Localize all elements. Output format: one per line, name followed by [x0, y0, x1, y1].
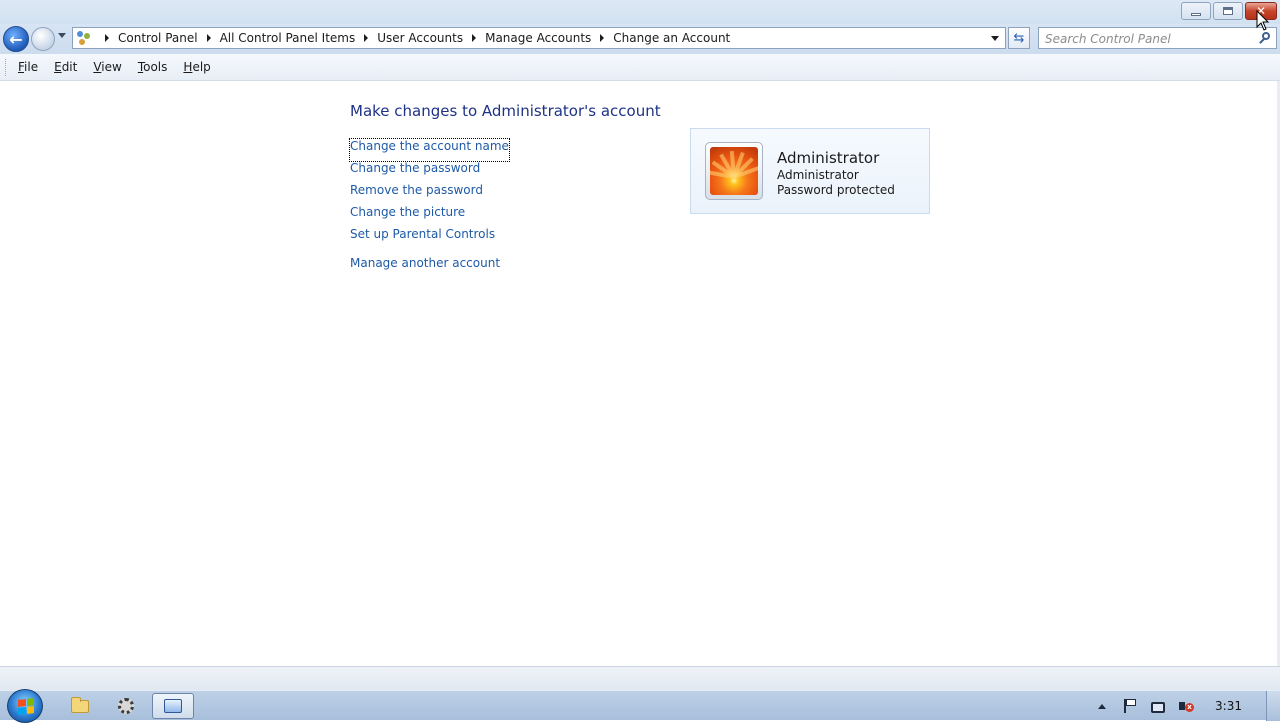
breadcrumb-separator-icon[interactable] [206, 34, 211, 42]
back-button[interactable]: ← [3, 26, 29, 52]
taskbar: x 3:31 [0, 689, 1280, 723]
address-history-dropdown-icon[interactable] [991, 36, 999, 41]
menu-file[interactable]: File [12, 60, 44, 74]
change-picture-link[interactable]: Change the picture [350, 205, 509, 227]
recent-pages-dropdown-icon[interactable] [58, 33, 66, 38]
show-desktop-button[interactable] [1266, 691, 1280, 721]
breadcrumb-separator-icon[interactable] [600, 34, 605, 42]
network-icon[interactable] [1151, 701, 1166, 713]
refresh-icon: ⇆ [1013, 30, 1025, 46]
taskbar-explorer-button[interactable] [59, 693, 101, 719]
minimize-button[interactable] [1181, 2, 1211, 20]
settings-gear-icon [118, 698, 134, 714]
clock[interactable]: 3:31 [1215, 699, 1242, 713]
system-tray: x 3:31 [1098, 691, 1280, 721]
menu-view[interactable]: View [87, 60, 127, 74]
address-bar[interactable]: Control Panel All Control Panel Items Us… [72, 27, 1006, 49]
control-panel-icon [76, 30, 92, 46]
breadcrumb-all-items[interactable]: All Control Panel Items [220, 31, 356, 45]
mouse-cursor-icon [1256, 10, 1270, 31]
search-icon[interactable] [1258, 31, 1272, 45]
menu-tools[interactable]: Tools [132, 60, 174, 74]
manage-another-account-link[interactable]: Manage another account [350, 256, 509, 278]
taskbar-app-button[interactable] [105, 693, 147, 719]
window-titlebar: ✕ [0, 0, 1280, 24]
menu-file-rest: ile [24, 60, 39, 74]
action-center-flag-icon[interactable] [1122, 698, 1138, 714]
restore-icon [1214, 3, 1242, 19]
windows-logo-icon [18, 698, 34, 715]
breadcrumb: Control Panel All Control Panel Items Us… [96, 31, 730, 45]
account-name: Administrator [777, 149, 880, 167]
account-status: Password protected [777, 183, 895, 197]
volume-muted-icon[interactable]: x [1178, 698, 1195, 714]
breadcrumb-manage-accounts[interactable]: Manage Accounts [485, 31, 591, 45]
status-bar [0, 666, 1280, 690]
breadcrumb-separator-icon[interactable] [105, 34, 109, 42]
account-type: Administrator [777, 168, 859, 182]
forward-button[interactable] [31, 27, 55, 51]
flower-picture-icon [710, 147, 758, 195]
search-input[interactable] [1045, 29, 1255, 49]
breadcrumb-change-account[interactable]: Change an Account [613, 31, 730, 45]
menu-edit[interactable]: Edit [48, 60, 83, 74]
search-box[interactable] [1038, 27, 1277, 49]
remove-password-link[interactable]: Remove the password [350, 183, 509, 205]
parental-controls-link[interactable]: Set up Parental Controls [350, 227, 509, 249]
change-password-link[interactable]: Change the password [350, 161, 509, 183]
control-panel-icon [164, 699, 182, 713]
minimize-icon [1182, 3, 1210, 19]
show-hidden-icons-icon[interactable] [1098, 703, 1107, 709]
breadcrumb-control-panel[interactable]: Control Panel [118, 31, 198, 45]
taskbar-control-panel-button[interactable] [152, 693, 194, 719]
page-title: Make changes to Administrator's account [350, 102, 661, 120]
back-arrow-icon: ← [9, 29, 23, 49]
menu-grip [5, 58, 8, 76]
menu-bar: File Edit View Tools Help [0, 54, 1280, 81]
start-button[interactable] [7, 689, 43, 723]
account-card: Administrator Administrator Password pro… [690, 128, 930, 214]
restore-button[interactable] [1213, 2, 1243, 20]
breadcrumb-separator-icon[interactable] [472, 34, 477, 42]
windows-explorer-icon [71, 696, 89, 713]
change-account-name-link[interactable]: Change the account name [349, 138, 510, 162]
breadcrumb-separator-icon[interactable] [364, 34, 369, 42]
menu-help[interactable]: Help [177, 60, 216, 74]
avatar [705, 142, 763, 200]
refresh-button[interactable]: ⇆ [1008, 27, 1030, 49]
task-list: Change the account name Change the passw… [349, 135, 510, 278]
breadcrumb-user-accounts[interactable]: User Accounts [377, 31, 463, 45]
